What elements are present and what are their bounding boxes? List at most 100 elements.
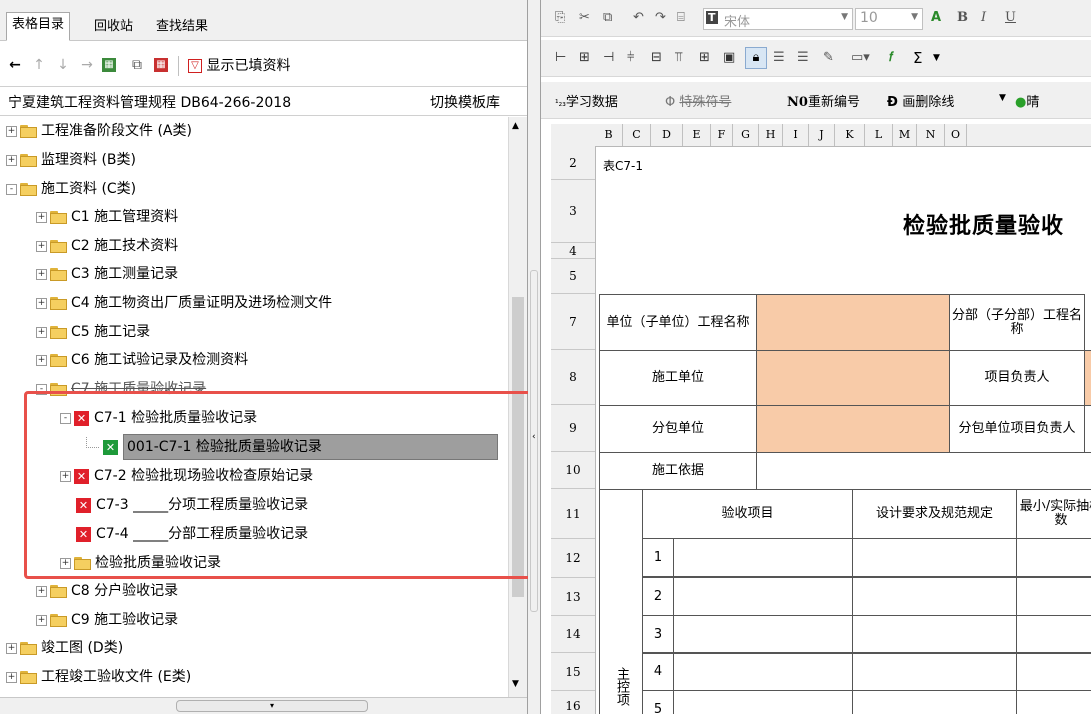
distribute-icon[interactable]: ⫪ — [675, 49, 682, 67]
tab-recycle-bin[interactable]: 回收站 — [88, 14, 139, 40]
underline-icon[interactable]: U — [1005, 9, 1016, 27]
collapse-left-icon[interactable]: ‹ — [532, 432, 536, 442]
item-cell[interactable] — [852, 652, 1017, 691]
arrow-down-icon[interactable]: ↓ — [54, 56, 72, 74]
column-header-cell[interactable]: O — [945, 124, 967, 146]
lock-icon[interactable]: 🔒︎ — [745, 47, 767, 69]
row-header-cell[interactable]: 3 — [551, 180, 595, 243]
row-header-cell[interactable]: 11 — [551, 489, 595, 539]
unit-input-cell[interactable] — [756, 294, 950, 351]
item-cell[interactable] — [1016, 577, 1091, 616]
format-painter-icon[interactable]: ⌸ — [677, 9, 685, 27]
chevron-down-icon[interactable]: ▼ — [999, 93, 1006, 103]
arrow-right-icon[interactable]: → — [78, 56, 96, 74]
expand-icon[interactable]: + — [36, 268, 47, 280]
special-symbol-button[interactable]: Φ 特殊符号 — [665, 91, 731, 110]
delete-column-icon[interactable]: ⊣ — [603, 49, 614, 67]
outdent-icon[interactable]: ☰ — [797, 49, 809, 67]
item-cell[interactable] — [1016, 690, 1091, 714]
item-cell[interactable] — [852, 690, 1017, 714]
column-header-cell[interactable]: D — [651, 124, 683, 146]
split-cell-icon[interactable]: ⫩ — [627, 49, 634, 67]
item-number-cell[interactable]: 5 — [642, 690, 674, 714]
expand-icon[interactable]: + — [36, 585, 47, 597]
column-header-cell[interactable]: I — [783, 124, 809, 146]
item-cell[interactable] — [673, 538, 853, 577]
item-cell[interactable] — [673, 577, 853, 616]
column-header-cell[interactable]: J — [809, 124, 835, 146]
tree-node[interactable]: + C4 施工物资出厂质量证明及进场检测文件 — [36, 289, 332, 317]
row-header-cell[interactable]: 7 — [551, 294, 595, 350]
splitter-handle[interactable]: ▾ — [0, 697, 527, 714]
collapse-icon[interactable]: - — [6, 183, 17, 195]
expand-icon[interactable]: + — [6, 642, 17, 654]
tree-node[interactable]: + 竣工图 (D类) — [6, 634, 123, 662]
font-color-icon[interactable]: A — [931, 9, 941, 27]
splitter-grip[interactable]: ▾ — [176, 700, 368, 712]
row-header-cell[interactable]: 12 — [551, 539, 595, 578]
column-header-cell[interactable]: H — [759, 124, 783, 146]
sheet-delete-icon[interactable]: ▦ — [154, 58, 168, 72]
construction-unit-label[interactable]: 施工单位 — [599, 350, 757, 406]
image-icon[interactable]: ▭▾ — [851, 49, 870, 67]
font-size-select[interactable]: 10 ▼ — [855, 8, 923, 30]
tree-node[interactable]: + 监理资料 (B类) — [6, 146, 136, 174]
item-cell[interactable] — [1016, 652, 1091, 691]
item-number-cell[interactable]: 1 — [642, 538, 674, 577]
expand-icon[interactable]: + — [6, 671, 17, 683]
merge-cell-icon[interactable]: ⊟ — [651, 49, 662, 67]
sheet-add-icon[interactable]: ▦ — [102, 58, 116, 72]
column-header-cell[interactable]: F — [711, 124, 733, 146]
row-header-cell[interactable]: 9 — [551, 405, 595, 452]
item-cell[interactable] — [852, 538, 1017, 577]
row-header-cell[interactable]: 8 — [551, 350, 595, 405]
row-header-cell[interactable]: 2 — [551, 146, 595, 180]
item-cell[interactable] — [1016, 615, 1091, 654]
expand-icon[interactable]: + — [6, 125, 17, 137]
item-cell[interactable] — [1016, 538, 1091, 577]
item-cell[interactable] — [852, 577, 1017, 616]
tree-node[interactable]: + C9 施工验收记录 — [36, 606, 178, 634]
arrow-up-icon[interactable]: ↑ — [30, 56, 48, 74]
cell-icon[interactable]: ▣ — [723, 49, 735, 67]
row-header-cell[interactable]: 16 — [551, 691, 595, 714]
check-item-header[interactable]: 验收项目 — [642, 489, 853, 539]
expand-icon[interactable]: + — [36, 354, 47, 366]
column-header-cell[interactable]: M — [893, 124, 917, 146]
bold-icon[interactable]: B — [957, 9, 968, 27]
redo-icon[interactable]: ↷ — [655, 9, 666, 27]
min-sample-header[interactable]: 最小/实际抽样数 — [1016, 489, 1091, 539]
extra-button[interactable]: ●晴 — [1015, 91, 1039, 110]
tree-node[interactable]: + C3 施工测量记录 — [36, 260, 178, 288]
paste-icon[interactable]: ⎘ — [555, 9, 565, 27]
sheet-area[interactable]: 表C7-1 检验批质量验收 单位（子单位）工程名称 分部（子分部）工程名称 施工… — [595, 146, 1091, 714]
chevron-down-icon[interactable]: ▼ — [933, 49, 940, 67]
font-name-select[interactable]: T 宋体 ▼ — [703, 8, 853, 30]
switch-template-button[interactable]: 切换模板库 — [430, 92, 500, 112]
item-cell[interactable] — [852, 615, 1017, 654]
unit-label-cell[interactable]: 单位（子单位）工程名称 — [599, 294, 757, 351]
tab-search-results[interactable]: 查找结果 — [150, 14, 214, 40]
column-header-cell[interactable]: L — [865, 124, 893, 146]
strikethrough-button[interactable]: Đ 画删除线 — [887, 91, 954, 110]
item-cell[interactable] — [673, 652, 853, 691]
row-header-cell[interactable]: 5 — [551, 259, 595, 294]
subcontract-unit-label[interactable]: 分包单位 — [599, 405, 757, 453]
italic-icon[interactable]: I — [981, 9, 986, 27]
renumber-button[interactable]: N0重新编号 — [787, 91, 860, 110]
row-header-cell[interactable]: 10 — [551, 452, 595, 489]
tree-node[interactable]: + 工程准备阶段文件 (A类) — [6, 117, 192, 145]
item-number-cell[interactable]: 2 — [642, 577, 674, 616]
copy-icon[interactable]: ⧉ — [128, 56, 146, 74]
construction-unit-input[interactable] — [756, 350, 950, 406]
subcontract-leader-label[interactable]: 分包单位项目负责人 — [949, 405, 1085, 453]
row-header-cell[interactable]: 15 — [551, 653, 595, 691]
copy-format-icon[interactable]: ⧉ — [603, 9, 612, 27]
row-header-cell[interactable]: 4 — [551, 243, 595, 259]
subcontract-unit-input[interactable] — [756, 405, 950, 453]
basis-input[interactable] — [756, 452, 1091, 490]
tree-node[interactable]: + C8 分户验收记录 — [36, 577, 178, 605]
insert-row-icon[interactable]: ⊞ — [579, 49, 590, 67]
expand-icon[interactable]: + — [36, 240, 47, 252]
item-cell[interactable] — [673, 615, 853, 654]
